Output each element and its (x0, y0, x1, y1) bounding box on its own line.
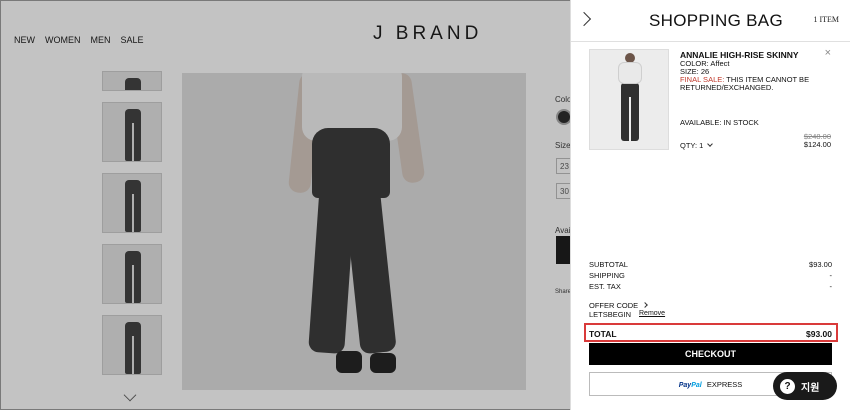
quantity-value: QTY: 1 (680, 141, 704, 150)
help-button[interactable]: ? 지원 (773, 372, 837, 400)
help-icon: ? (780, 378, 795, 394)
checkout-button[interactable]: CHECKOUT (589, 343, 832, 365)
total-row: TOTAL $93.00 (589, 329, 832, 339)
chevron-down-icon (707, 141, 714, 147)
model-sweater (618, 62, 642, 84)
shopping-bag-drawer: SHOPPING BAG 1 ITEM ANNALIE HIGH-RISE SK… (570, 0, 850, 410)
paypal-label: EXPRESS (706, 380, 743, 389)
tax-value: - (829, 282, 833, 291)
item-count: 1 ITEM (813, 15, 839, 24)
total-label: TOTAL (589, 329, 617, 339)
offer-code-label: OFFER CODE (589, 301, 639, 310)
current-price: $124.00 (803, 140, 831, 149)
bag-item-image[interactable] (589, 49, 669, 150)
chevron-right-icon (642, 302, 649, 308)
modal-backdrop[interactable] (0, 0, 570, 410)
offer-code-toggle[interactable]: OFFER CODE (589, 301, 649, 310)
applied-offer-code: LETSBEGIN (589, 310, 632, 319)
close-icon[interactable]: × (825, 47, 831, 59)
paypal-logo: PayPal (678, 382, 702, 389)
drawer-title: SHOPPING BAG (649, 11, 783, 30)
availability-status: AVAILABLE: IN STOCK (680, 118, 759, 127)
subtotal-value: $93.00 (809, 260, 832, 269)
total-value: $93.00 (806, 329, 832, 339)
quantity-select[interactable]: QTY: 1 (680, 141, 714, 150)
shipping-value: - (829, 271, 833, 280)
chevron-right-icon[interactable] (576, 11, 592, 27)
shipping-label: SHIPPING (589, 271, 625, 280)
subtotal-label: SUBTOTAL (589, 260, 628, 269)
subtotal-row: SUBTOTAL $93.00 (589, 260, 832, 269)
drawer-header: SHOPPING BAG 1 ITEM (571, 0, 850, 42)
tax-label: EST. TAX (589, 282, 621, 291)
final-sale-text-2: RETURNED/EXCHANGED. (680, 83, 774, 92)
remove-offer-link[interactable]: Remove (639, 310, 665, 317)
model-jeans (621, 83, 639, 141)
help-label: 지원 (801, 382, 820, 394)
tax-row: EST. TAX - (589, 282, 832, 291)
shipping-row: SHIPPING - (589, 271, 832, 280)
